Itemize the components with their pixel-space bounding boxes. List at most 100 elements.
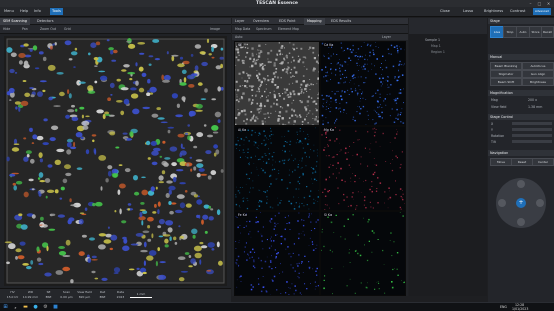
tab-eds-results[interactable]: EDS Results [328, 18, 354, 25]
sem-particle [105, 178, 109, 183]
lasso-button[interactable]: Lasso [463, 8, 473, 15]
map-pixel [301, 294, 302, 295]
map-pixel [388, 187, 390, 189]
close-tool-button[interactable]: Close [440, 8, 450, 15]
tab-mapping[interactable]: Mapping [304, 18, 325, 25]
settings-icon[interactable]: ⚙ [42, 304, 49, 311]
map-al[interactable]: Al Kα [234, 126, 320, 211]
brightness-control-button[interactable]: Brightness [522, 78, 554, 86]
map-pixel [253, 261, 255, 263]
map-se[interactable]: SE [234, 41, 320, 126]
sem-particle [39, 80, 47, 83]
zoom-out-button[interactable]: Zoom Out [40, 27, 56, 31]
sem-image-viewport[interactable] [4, 36, 227, 286]
joystick-center[interactable]: + [516, 198, 526, 208]
subtab-spectrum[interactable]: Spectrum [256, 27, 271, 31]
map-ca[interactable]: Ca Kα [320, 41, 406, 126]
live-button[interactable]: Live [490, 26, 504, 38]
map-pixel [258, 205, 261, 207]
pan-button[interactable]: Pan [22, 27, 28, 31]
menu-button[interactable]: Menu [4, 8, 14, 15]
joystick-down[interactable] [517, 218, 525, 226]
rotation-slider[interactable] [512, 134, 552, 137]
sem-particle [148, 55, 154, 58]
stage-x-slider[interactable] [512, 122, 552, 125]
sem-particle [103, 239, 112, 244]
map-pixel [315, 109, 318, 112]
map-pixel [360, 95, 361, 97]
app-icon[interactable]: ■ [52, 304, 59, 311]
stop-button[interactable]: Stop [503, 26, 517, 38]
sem-particle [64, 164, 71, 170]
auto-button[interactable]: Auto [516, 26, 530, 38]
tab-eds-point[interactable]: EDS Point [276, 18, 298, 25]
map-pixel [289, 140, 292, 143]
map-pixel [299, 86, 301, 88]
tree-root[interactable]: Sample 1 [425, 38, 440, 42]
stage-y-slider[interactable] [512, 128, 552, 131]
subtab-map-data[interactable]: Map Data [235, 27, 250, 31]
info-button[interactable]: Info [34, 8, 41, 15]
minimize-button[interactable]: – [526, 0, 535, 7]
sem-particle [79, 81, 86, 84]
tree-item-region[interactable]: Region 1 [431, 50, 445, 54]
autofocus-button[interactable]: Autofocus [522, 62, 554, 70]
advanced-button[interactable]: Advanced [533, 8, 551, 15]
maximize-button[interactable]: □ [535, 0, 544, 7]
tree-item-map[interactable]: Map 1 [431, 44, 441, 48]
sem-particle [68, 58, 73, 61]
joystick-right[interactable] [536, 199, 544, 207]
map-pixel [300, 47, 303, 50]
beam-shift-button[interactable]: Beam Shift [490, 78, 522, 86]
map-pixel [288, 117, 291, 119]
recall-button[interactable]: Recall [541, 26, 554, 38]
subtab-element-map[interactable]: Element Map [278, 27, 299, 31]
joystick-up[interactable] [517, 180, 525, 188]
gun-align-button[interactable]: Gun Align [522, 70, 554, 78]
file-explorer-icon[interactable]: ▬ [22, 304, 29, 311]
grid-button[interactable]: Grid [64, 27, 71, 31]
map-pixel [237, 113, 240, 116]
center-button[interactable]: Center [532, 158, 554, 166]
map-pixel [313, 150, 315, 152]
map-pixel [312, 84, 314, 86]
beam-blanking-button[interactable]: Beam Blanking [490, 62, 522, 70]
map-pixel [401, 74, 404, 76]
edge-icon[interactable]: ● [32, 304, 39, 311]
view-field-value[interactable]: 1.38 mm [528, 105, 542, 109]
language-indicator[interactable]: ENG [500, 305, 507, 309]
map-pixel [387, 76, 389, 78]
map-pixel [359, 55, 361, 58]
map-pixel [330, 107, 332, 108]
clock-date[interactable]: 1/01/2023 [512, 307, 528, 311]
map-pixel [374, 123, 376, 125]
sem-particle [147, 157, 151, 160]
tilt-slider[interactable] [512, 140, 552, 143]
search-icon[interactable]: ⌕ [12, 304, 19, 311]
tab-sem-scanning[interactable]: SEM Scanning [0, 18, 30, 25]
stigmator-button[interactable]: Stigmator [490, 70, 522, 78]
map-pixel [273, 102, 275, 105]
map-si[interactable]: Si Kα [320, 211, 406, 296]
help-button[interactable]: Help [20, 8, 28, 15]
map-fe[interactable]: Fe Kα [234, 211, 320, 296]
reset-button[interactable]: Reset [511, 158, 533, 166]
map-pixel [350, 59, 352, 61]
tab-overview[interactable]: Overview [250, 18, 272, 25]
layer-dropdown[interactable]: Layer [382, 35, 391, 39]
brightness-button[interactable]: Brightness [484, 8, 503, 15]
windows-logo-icon[interactable]: ⊞ [2, 304, 9, 311]
mag-value[interactable]: 200 x [528, 98, 537, 102]
contrast-button[interactable]: Contrast [510, 8, 525, 15]
map-mg[interactable]: Mg Kα [320, 126, 406, 211]
close-window-button[interactable]: ✕ [544, 0, 553, 7]
map-pixel [278, 111, 282, 114]
hide-button[interactable]: Hide [3, 27, 10, 31]
move-button[interactable]: Move [490, 158, 512, 166]
map-pixel [278, 212, 280, 214]
tab-layer[interactable]: Layer [232, 18, 247, 25]
tools-button[interactable]: Tools [50, 8, 63, 15]
joystick-left[interactable] [498, 199, 506, 207]
tab-detectors[interactable]: Detectors [34, 18, 57, 25]
auto-dropdown[interactable]: Auto [235, 35, 242, 39]
